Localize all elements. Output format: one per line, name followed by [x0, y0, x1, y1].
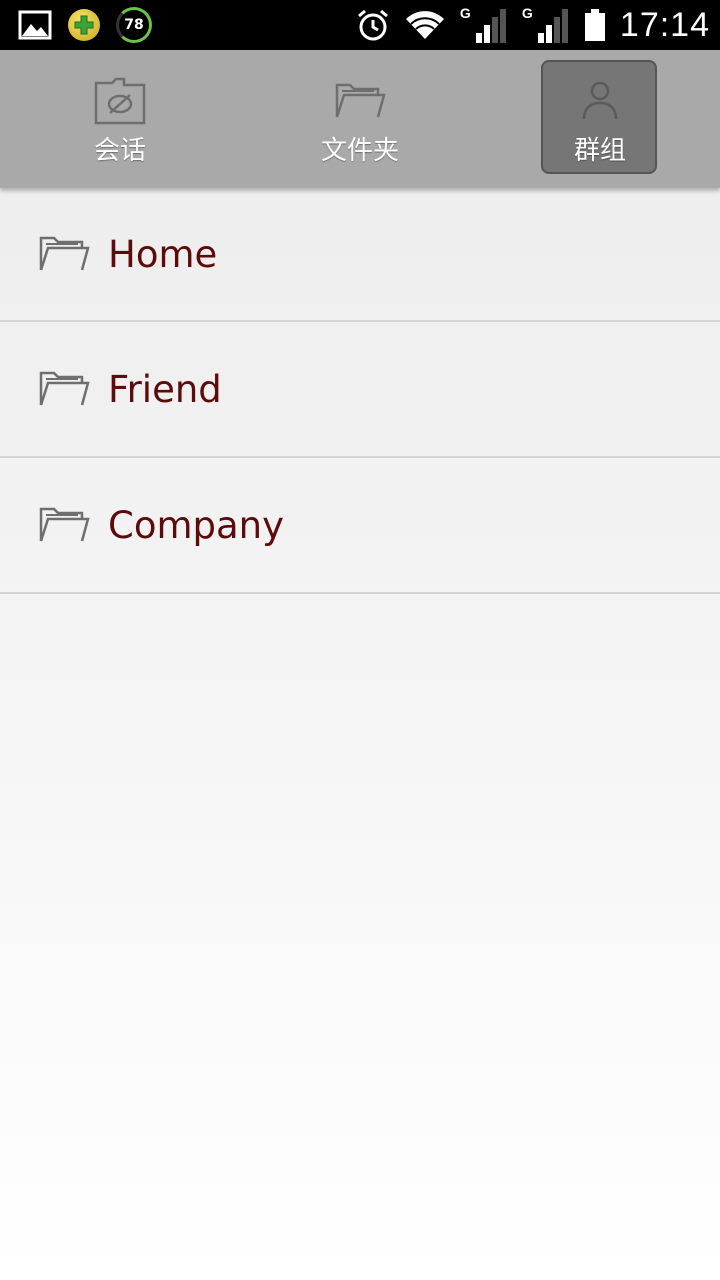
signal-icon: G [522, 5, 570, 45]
signal-icon: G [460, 5, 508, 45]
folder-icon [38, 234, 90, 274]
tab-folders[interactable]: 文件夹 [240, 50, 480, 188]
folder-icon [38, 369, 90, 409]
folder-icon [332, 72, 388, 128]
status-left: 78 [18, 7, 152, 43]
plus-badge-icon [68, 9, 100, 41]
status-right: G G 17:14 [356, 5, 710, 45]
tab-conversations[interactable]: 会话 [0, 50, 240, 188]
tab-label: 群组 [573, 135, 626, 166]
image-icon [18, 10, 52, 40]
wifi-icon [404, 9, 446, 41]
tab-label: 文件夹 [320, 135, 399, 166]
clock: 17:14 [619, 5, 710, 44]
list-item-label: Friend [108, 367, 222, 411]
battery-ring-icon: 78 [116, 7, 152, 43]
tab-label: 会话 [93, 135, 146, 166]
list-item-home[interactable]: Home [0, 188, 720, 322]
chat-folder-icon [92, 72, 148, 128]
list-item-label: Company [108, 503, 285, 547]
person-icon [572, 72, 628, 128]
status-bar: 78 G G 17:14 [0, 0, 720, 50]
group-list: Home Friend Company [0, 188, 720, 594]
alarm-icon [356, 8, 390, 42]
tab-bar: 会话 文件夹 群组 [0, 50, 720, 188]
folder-icon [38, 505, 90, 545]
tab-groups[interactable]: 群组 [480, 50, 720, 188]
list-item-label: Home [108, 232, 218, 276]
list-item-company[interactable]: Company [0, 458, 720, 594]
battery-icon [584, 8, 606, 42]
list-item-friend[interactable]: Friend [0, 322, 720, 458]
